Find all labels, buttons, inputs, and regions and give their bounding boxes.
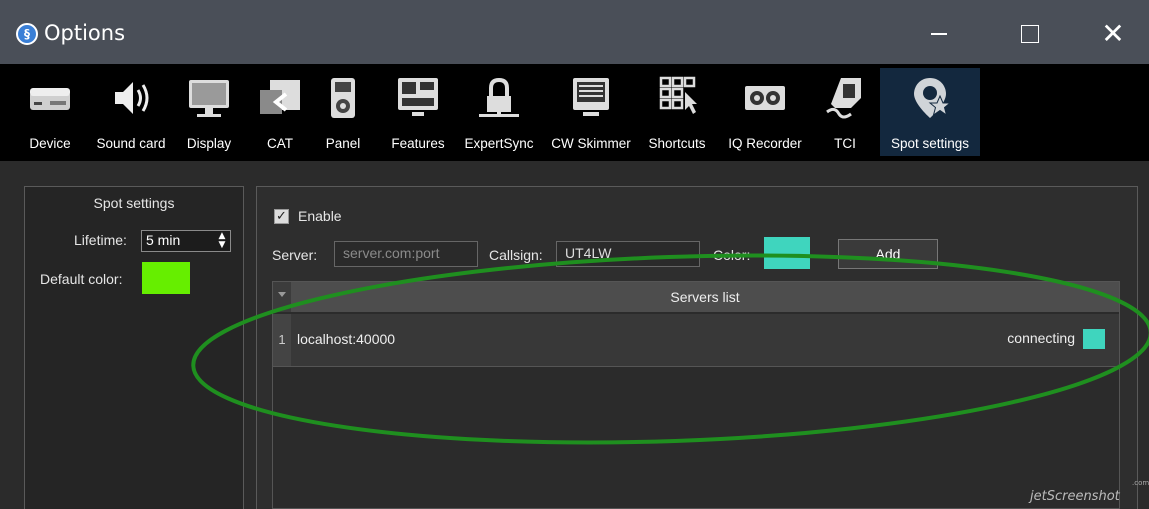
recorder-icon	[745, 86, 785, 110]
device-icon	[30, 88, 70, 110]
window-title: Options	[44, 21, 126, 45]
toolbar-label: CW Skimmer	[551, 136, 631, 151]
spot-settings-icon	[914, 78, 952, 118]
title-bar: § Options ✕	[0, 0, 1149, 64]
watermark: jetScreenshot	[1030, 489, 1120, 504]
toolbar-label: TCI	[834, 136, 856, 151]
spot-settings-panel: Spot settings Lifetime: 5 min ▲ ▼ Default…	[24, 186, 244, 509]
close-icon: ✕	[1101, 17, 1125, 50]
toolbar-item-device[interactable]: Device	[14, 68, 86, 156]
row-number: 1	[273, 314, 291, 366]
table-corner-button[interactable]	[273, 282, 291, 312]
minimize-button[interactable]	[916, 14, 962, 54]
spin-arrows-icon[interactable]: ▲ ▼	[216, 232, 228, 250]
toolbar-item-sound-card[interactable]: Sound card	[88, 68, 174, 156]
color-swatch[interactable]	[764, 237, 810, 269]
toolbar-label: CAT	[267, 136, 293, 151]
servers-list-table: Servers list 1 localhost:40000 connectin…	[272, 281, 1120, 509]
minimize-icon	[931, 33, 947, 35]
cat-icon	[260, 80, 300, 114]
toolbar-item-shortcuts[interactable]: Shortcuts	[642, 68, 712, 156]
toolbar-label: ExpertSync	[464, 136, 534, 151]
lifetime-label: Lifetime:	[74, 232, 127, 248]
toolbar-label: Panel	[325, 136, 361, 151]
table-header: Servers list	[273, 282, 1119, 312]
toolbar-label: Spot settings	[890, 136, 970, 151]
server-status: connecting	[1007, 330, 1075, 346]
toolbar-label: IQ Recorder	[728, 136, 802, 151]
lifetime-value: 5 min	[146, 232, 181, 248]
enable-checkbox[interactable]: ✓	[274, 209, 289, 224]
shortcuts-icon	[659, 76, 697, 114]
maximize-button[interactable]	[1007, 14, 1053, 54]
maximize-icon	[1021, 25, 1039, 43]
panel-title: Spot settings	[93, 195, 175, 211]
toolbar-item-iq-recorder[interactable]: IQ Recorder	[718, 68, 812, 156]
toolbar-label: Display	[186, 136, 232, 151]
color-label: Color:	[713, 247, 751, 263]
toolbar-label: Shortcuts	[648, 136, 706, 151]
speaker-icon	[115, 82, 149, 114]
lock-icon	[479, 77, 519, 117]
toolbar-item-tci[interactable]: TCI	[818, 68, 872, 156]
toolbar-item-panel[interactable]: Panel	[320, 68, 366, 156]
monitor-icon	[189, 80, 229, 117]
toolbar-item-spot-settings[interactable]: Spot settings	[880, 68, 980, 156]
lifetime-spinbox[interactable]: 5 min ▲ ▼	[141, 230, 231, 252]
server-input[interactable]: server.com:port	[334, 241, 478, 267]
close-button[interactable]: ✕	[1090, 14, 1136, 54]
toolbar-item-cw-skimmer[interactable]: CW Skimmer	[544, 68, 638, 156]
features-icon	[398, 78, 438, 116]
server-host: localhost:40000	[297, 331, 396, 347]
panel-icon	[331, 78, 355, 118]
toolbar-label: Device	[29, 136, 71, 151]
toolbar-item-expertsync[interactable]: ExpertSync	[456, 68, 542, 156]
toolbar-label: Features	[391, 136, 445, 151]
toolbar-item-cat[interactable]: CAT	[250, 68, 310, 156]
keyboard-icon	[573, 78, 609, 116]
servers-list-header: Servers list	[670, 289, 740, 305]
table-row[interactable]: 1 localhost:40000 connecting	[273, 314, 1119, 367]
add-button[interactable]: Add	[838, 239, 938, 269]
tci-icon	[826, 78, 861, 119]
toolbar-item-display[interactable]: Display	[178, 68, 240, 156]
server-label: Server:	[272, 247, 318, 263]
watermark-com: .com	[1132, 479, 1149, 487]
callsign-input[interactable]: UT4LW	[556, 241, 700, 267]
default-color-swatch[interactable]	[142, 262, 190, 294]
app-icon: §	[16, 23, 38, 45]
toolbar-label: Sound card	[96, 136, 166, 151]
callsign-label: Callsign:	[489, 247, 543, 263]
enable-label: Enable	[298, 208, 342, 224]
toolbar-item-features[interactable]: Features	[386, 68, 450, 156]
triangle-icon	[278, 292, 286, 297]
server-color-swatch[interactable]	[1083, 329, 1105, 349]
default-color-label: Default color:	[40, 271, 123, 287]
options-toolbar: Device Sound card Display CAT Panel Feat…	[0, 64, 1149, 161]
